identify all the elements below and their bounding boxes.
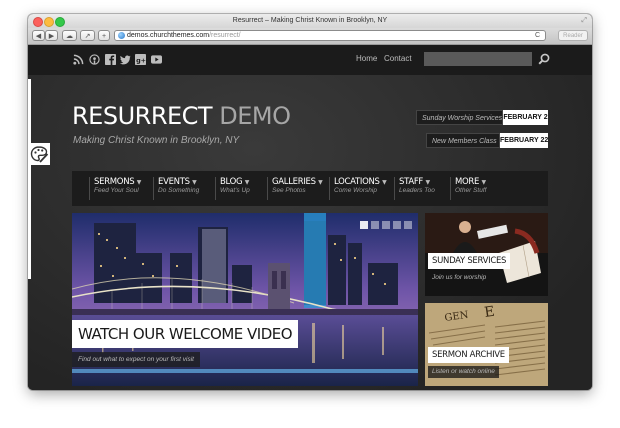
feature-title: SERMON ARCHIVE (428, 347, 509, 363)
search-icon[interactable] (538, 53, 550, 65)
menu-label: MORE (455, 177, 480, 187)
event-date: FEBRUARY 22 (500, 133, 548, 148)
window-titlebar: Resurrect – Making Christ Known in Brook… (28, 14, 592, 28)
google-plus-icon[interactable]: g+ (135, 54, 146, 65)
slide-subtitle: Find out what to expect on your first vi… (72, 352, 200, 367)
slider-dot[interactable] (393, 221, 401, 229)
nav-contact-link[interactable]: Contact (384, 54, 412, 63)
menu-locations[interactable]: LOCATIONS ▼ Come Worship (329, 177, 387, 200)
menu-sublabel: Other Stuff (455, 187, 487, 194)
menu-label: LOCATIONS (334, 177, 380, 187)
chevron-down-icon: ▼ (481, 179, 487, 186)
browser-toolbar: ◀ ▶ ☁ ↗ + demos.churchthemes.com/resurre… (28, 28, 592, 45)
menu-sermons[interactable]: SERMONS ▼ Feed Your Soul (89, 177, 141, 200)
browser-window: Resurrect – Making Christ Known in Brook… (28, 14, 592, 390)
back-button[interactable]: ◀ (32, 30, 45, 41)
menu-label: BLOG (220, 177, 243, 187)
menu-label: GALLERIES (272, 177, 316, 187)
slider-dot[interactable] (404, 221, 412, 229)
menu-more[interactable]: MORE ▼ Other Stuff (450, 177, 486, 200)
minimize-window-button[interactable] (44, 17, 54, 27)
main-navigation: SERMONS ▼ Feed Your Soul EVENTS ▼ Do Som… (72, 171, 548, 206)
event-name: New Members Class (426, 133, 500, 148)
slide-title[interactable]: WATCH OUR WELCOME VIDEO (72, 320, 299, 348)
reload-button[interactable]: C (535, 31, 540, 40)
podcast-icon[interactable] (89, 54, 100, 65)
chevron-down-icon: ▼ (244, 179, 250, 186)
event-name: Sunday Worship Services (416, 110, 503, 125)
slider-dot[interactable] (360, 221, 368, 229)
rss-icon[interactable] (73, 54, 84, 65)
site-logo[interactable]: RESURRECT DEMO (72, 102, 291, 130)
feature-subtitle: Join us for worship (428, 272, 491, 284)
chevron-down-icon: ▼ (425, 179, 430, 186)
site-topbar: g+ Home Contact (28, 45, 592, 75)
style-switcher-tab[interactable] (28, 143, 50, 165)
feature-title: SUNDAY SERVICES (428, 253, 511, 269)
url-domain: demos.churchthemes.com (127, 32, 210, 39)
chevron-down-icon: ▼ (136, 179, 142, 186)
chevron-down-icon: ▼ (318, 179, 323, 186)
menu-events[interactable]: EVENTS ▼ Do Something (153, 177, 199, 200)
event-date: FEBRUARY 2 (503, 110, 548, 125)
menu-galleries[interactable]: GALLERIES ▼ See Photos (267, 177, 323, 200)
new-tab-button[interactable]: + (98, 30, 110, 41)
youtube-icon[interactable] (151, 54, 162, 65)
address-bar[interactable]: demos.churchthemes.com/resurrect/ C (114, 30, 546, 41)
close-window-button[interactable] (33, 17, 43, 27)
homepage-slider[interactable]: WATCH OUR WELCOME VIDEO Find out what to… (72, 213, 418, 386)
chevron-down-icon: ▼ (192, 179, 197, 186)
menu-label: STAFF (399, 177, 424, 187)
share-button[interactable]: ↗ (80, 30, 95, 41)
palette-icon (30, 146, 49, 163)
nav-home-link[interactable]: Home (356, 54, 377, 63)
chevron-down-icon: ▼ (382, 179, 387, 186)
slider-dot[interactable] (371, 221, 379, 229)
menu-label: SERMONS (94, 177, 135, 187)
search-input[interactable] (424, 52, 532, 66)
forward-button[interactable]: ▶ (45, 30, 58, 41)
menu-sublabel: Feed Your Soul (94, 187, 139, 194)
feature-subtitle: Listen or watch online (428, 366, 499, 378)
menu-sublabel: What's Up (220, 187, 250, 194)
reader-button[interactable]: Reader (558, 30, 588, 41)
event-sunday-worship[interactable]: Sunday Worship Services FEBRUARY 2 (416, 110, 548, 125)
logo-strong-text: RESURRECT (72, 102, 213, 130)
menu-sublabel: See Photos (272, 187, 306, 194)
svg-text:g+: g+ (136, 56, 146, 64)
url-path: /resurrect/ (209, 32, 241, 39)
icloud-tabs-button[interactable]: ☁ (62, 30, 77, 41)
sidebar-edge (28, 79, 31, 279)
site-tagline: Making Christ Known in Brooklyn, NY (73, 135, 240, 146)
zoom-window-button[interactable] (55, 17, 65, 27)
window-title: Resurrect – Making Christ Known in Brook… (232, 17, 388, 24)
globe-icon (118, 32, 125, 39)
event-new-members[interactable]: New Members Class FEBRUARY 22 (426, 133, 548, 148)
web-page: g+ Home Contact RESURRECT DEMO Making Ch… (28, 45, 592, 390)
facebook-icon[interactable] (105, 54, 116, 65)
feature-sermon-archive[interactable]: GEN E SERMON ARCHIVE Listen or watch onl… (425, 303, 548, 386)
menu-label: EVENTS (158, 177, 190, 187)
menu-sublabel: Leaders Too (399, 187, 435, 194)
logo-light-text: DEMO (219, 102, 291, 130)
menu-sublabel: Do Something (158, 187, 200, 194)
slider-dot[interactable] (382, 221, 390, 229)
feature-sunday-services[interactable]: SUNDAY SERVICES Join us for worship (425, 213, 548, 296)
menu-staff[interactable]: STAFF ▼ Leaders Too (394, 177, 435, 200)
twitter-icon[interactable] (120, 54, 131, 65)
menu-sublabel: Come Worship (334, 187, 377, 194)
fullscreen-icon[interactable]: ⤢ (581, 14, 587, 28)
menu-blog[interactable]: BLOG ▼ What's Up (215, 177, 250, 200)
